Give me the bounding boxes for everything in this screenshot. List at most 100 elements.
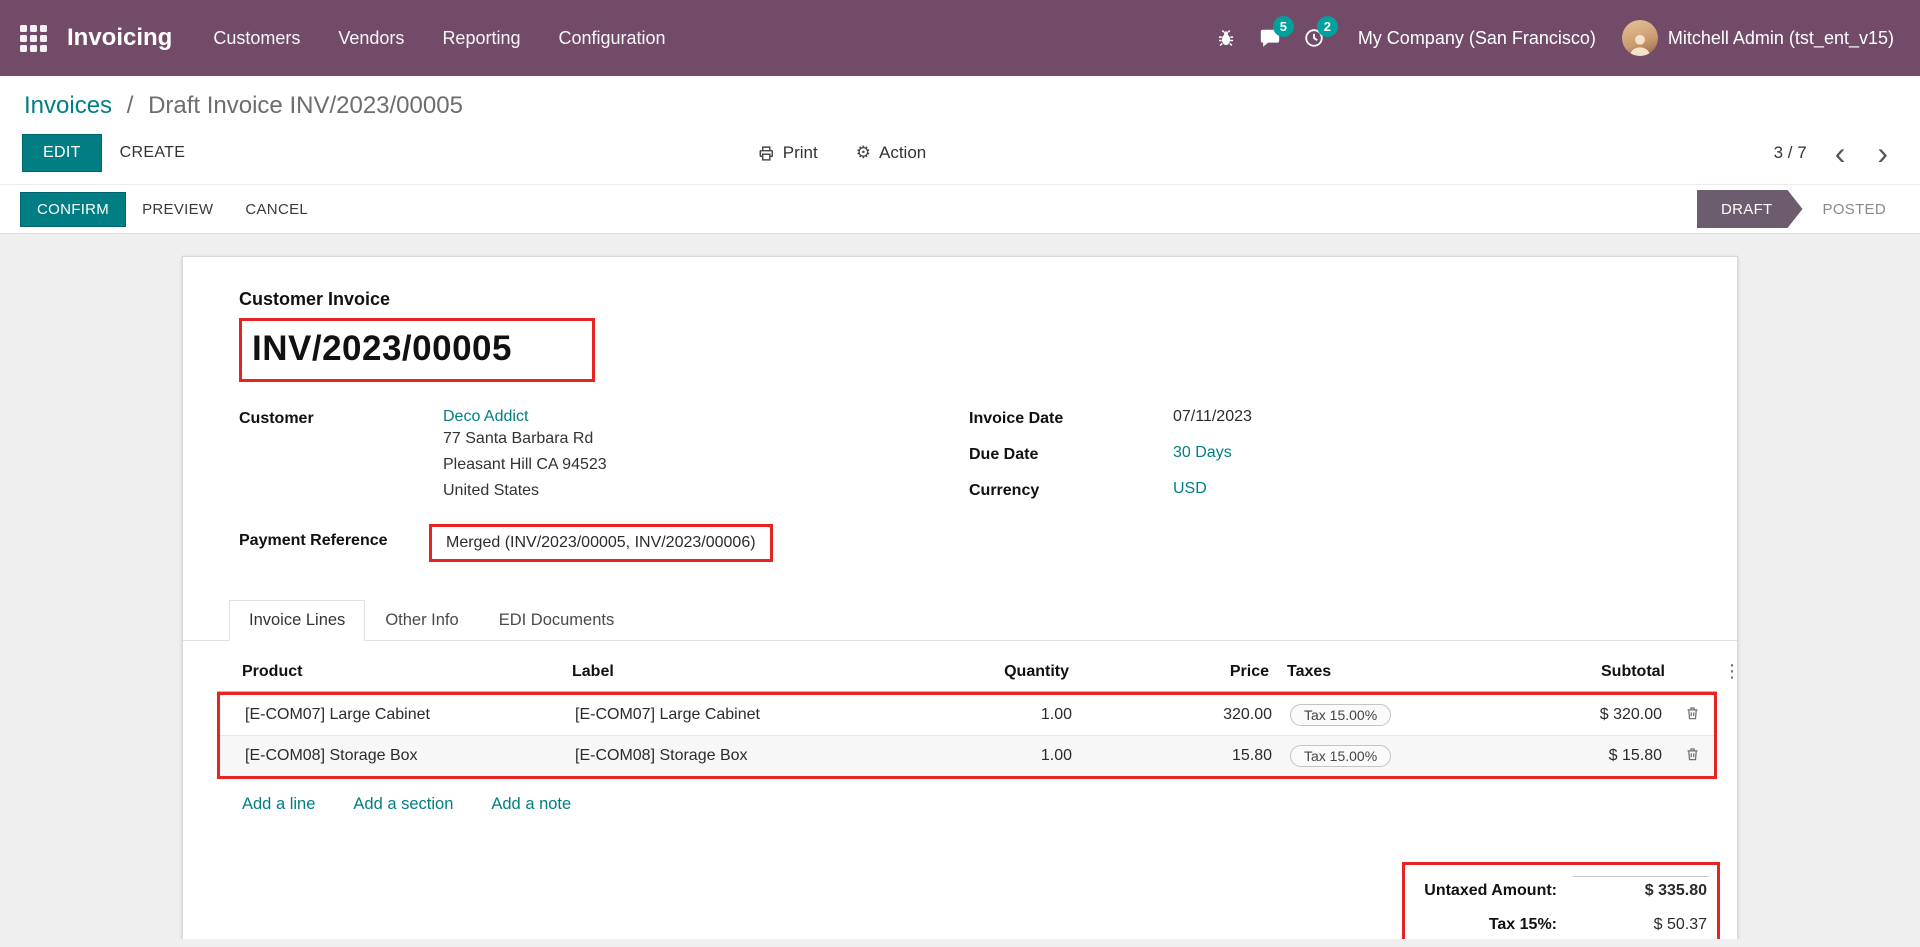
invoice-sheet: Customer Invoice INV/2023/00005 Customer… — [182, 256, 1738, 939]
trash-icon[interactable] — [1685, 746, 1700, 762]
invoice-lines-table: Product Label Quantity Price Taxes Subto… — [217, 653, 1717, 779]
action-menu[interactable]: ⚙ Action — [856, 143, 927, 163]
breadcrumb: Invoices / Draft Invoice INV/2023/00005 — [0, 76, 1920, 126]
tab-edi-documents[interactable]: EDI Documents — [479, 600, 635, 641]
status-widget: DRAFT POSTED — [1697, 190, 1906, 228]
column-options-icon[interactable]: ⋮ — [1723, 661, 1741, 682]
tab-invoice-lines[interactable]: Invoice Lines — [229, 600, 365, 641]
add-a-section-link[interactable]: Add a section — [353, 795, 453, 814]
control-panel: EDIT CREATE Print ⚙ Action 3 / 7 ‹ › — [0, 126, 1920, 184]
cell-subtotal: $ 320.00 — [1560, 697, 1670, 733]
document-type-label: Customer Invoice — [239, 289, 1681, 310]
edit-button[interactable]: EDIT — [22, 134, 102, 172]
create-button[interactable]: CREATE — [102, 135, 204, 171]
column-header-subtotal: Subtotal — [1557, 653, 1673, 691]
menu-customers[interactable]: Customers — [194, 0, 319, 76]
payment-reference-value: Merged (INV/2023/00005, INV/2023/00006) — [446, 534, 756, 551]
add-a-line-link[interactable]: Add a line — [242, 795, 315, 814]
pager-value[interactable]: 3 / 7 — [1774, 143, 1807, 163]
pager: 3 / 7 ‹ › — [1774, 143, 1892, 163]
annotation-box-invoice-lines: [E-COM07] Large Cabinet [E-COM07] Large … — [217, 692, 1717, 779]
annotation-box-totals: Untaxed Amount: $ 335.80 Tax 15%: $ 50.3… — [1402, 862, 1720, 939]
cell-price: 15.80 — [1080, 738, 1280, 774]
cancel-button[interactable]: CANCEL — [229, 193, 324, 226]
column-header-taxes: Taxes — [1277, 653, 1557, 691]
activities-badge: 2 — [1317, 16, 1338, 37]
user-menu[interactable]: Mitchell Admin (tst_ent_v15) — [1622, 20, 1894, 56]
notebook-tabs: Invoice Lines Other Info EDI Documents — [183, 600, 1737, 641]
breadcrumb-current: Draft Invoice INV/2023/00005 — [148, 92, 463, 119]
top-navbar: Invoicing Customers Vendors Reporting Co… — [0, 0, 1920, 76]
print-menu[interactable]: Print — [758, 143, 818, 163]
invoice-number: INV/2023/00005 — [252, 329, 512, 368]
customer-link[interactable]: Deco Addict — [443, 408, 528, 425]
form-view-background: Customer Invoice INV/2023/00005 Customer… — [0, 234, 1920, 939]
address-line-3: United States — [443, 478, 607, 504]
customer-label: Customer — [239, 408, 443, 504]
payment-reference-label: Payment Reference — [239, 518, 443, 562]
due-date-value[interactable]: 30 Days — [1173, 444, 1232, 461]
tax-value: $ 50.37 — [1573, 911, 1709, 939]
cell-quantity: 1.00 — [890, 697, 1080, 733]
chevron-right-icon[interactable]: › — [1873, 143, 1892, 163]
main-menu: Customers Vendors Reporting Configuratio… — [194, 0, 684, 76]
invoice-date-value: 07/11/2023 — [1173, 408, 1252, 428]
currency-value[interactable]: USD — [1173, 480, 1207, 497]
cell-product: [E-COM07] Large Cabinet — [220, 697, 550, 733]
menu-configuration[interactable]: Configuration — [539, 0, 684, 76]
statusbar: CONFIRM PREVIEW CANCEL DRAFT POSTED — [0, 184, 1920, 234]
column-header-quantity: Quantity — [887, 653, 1077, 691]
confirm-button[interactable]: CONFIRM — [20, 192, 126, 227]
tax-label: Tax 15%: — [1413, 916, 1573, 934]
cell-label: [E-COM07] Large Cabinet — [550, 697, 890, 733]
user-name: Mitchell Admin (tst_ent_v15) — [1668, 28, 1894, 49]
avatar — [1622, 20, 1658, 56]
menu-reporting[interactable]: Reporting — [423, 0, 539, 76]
messages-badge: 5 — [1273, 16, 1294, 37]
state-draft[interactable]: DRAFT — [1697, 190, 1803, 228]
breadcrumb-separator: / — [127, 92, 134, 119]
invoice-fields: Customer Deco Addict 77 Santa Barbara Rd… — [239, 408, 1681, 576]
cell-subtotal: $ 15.80 — [1560, 738, 1670, 774]
app-name[interactable]: Invoicing — [67, 24, 172, 52]
trash-icon[interactable] — [1685, 705, 1700, 721]
invoice-line-row-1[interactable]: [E-COM07] Large Cabinet [E-COM07] Large … — [220, 695, 1714, 735]
print-label: Print — [783, 143, 818, 163]
column-header-price: Price — [1077, 653, 1277, 691]
cell-label: [E-COM08] Storage Box — [550, 738, 890, 774]
invoice-date-label: Invoice Date — [969, 408, 1173, 428]
cell-product: [E-COM08] Storage Box — [220, 738, 550, 774]
chevron-left-icon[interactable]: ‹ — [1831, 143, 1850, 163]
column-header-label: Label — [547, 653, 887, 691]
untaxed-amount-label: Untaxed Amount: — [1413, 882, 1573, 900]
apps-menu-icon[interactable] — [20, 25, 47, 52]
messages-icon[interactable]: 5 — [1248, 16, 1292, 60]
gear-icon: ⚙ — [856, 143, 871, 163]
tax-pill: Tax 15.00% — [1290, 704, 1391, 726]
printer-icon — [758, 145, 775, 162]
control-panel-actions: Print ⚙ Action — [758, 143, 926, 163]
activities-clock-icon[interactable]: 2 — [1292, 16, 1336, 60]
table-header-row: Product Label Quantity Price Taxes Subto… — [217, 653, 1717, 692]
untaxed-amount-value: $ 335.80 — [1573, 876, 1709, 905]
address-line-1: 77 Santa Barbara Rd — [443, 426, 607, 452]
add-a-note-link[interactable]: Add a note — [491, 795, 571, 814]
annotation-box-invoice-number: INV/2023/00005 — [239, 318, 595, 382]
tab-other-info[interactable]: Other Info — [365, 600, 478, 641]
menu-vendors[interactable]: Vendors — [319, 0, 423, 76]
due-date-label: Due Date — [969, 444, 1173, 464]
invoice-line-row-2[interactable]: [E-COM08] Storage Box [E-COM08] Storage … — [220, 735, 1714, 776]
preview-button[interactable]: PREVIEW — [126, 193, 229, 226]
state-posted[interactable]: POSTED — [1803, 190, 1906, 228]
tax-pill: Tax 15.00% — [1290, 745, 1391, 767]
currency-label: Currency — [969, 480, 1173, 500]
column-header-product: Product — [217, 653, 547, 691]
line-actions: Add a line Add a section Add a note — [242, 795, 1737, 814]
breadcrumb-invoices-link[interactable]: Invoices — [24, 92, 112, 119]
navbar-systray: 5 2 My Company (San Francisco) Mitchell … — [1204, 16, 1894, 60]
cell-price: 320.00 — [1080, 697, 1280, 733]
action-label: Action — [879, 143, 926, 163]
debug-bug-icon[interactable] — [1204, 16, 1248, 60]
cell-quantity: 1.00 — [890, 738, 1080, 774]
company-switcher[interactable]: My Company (San Francisco) — [1358, 28, 1596, 49]
